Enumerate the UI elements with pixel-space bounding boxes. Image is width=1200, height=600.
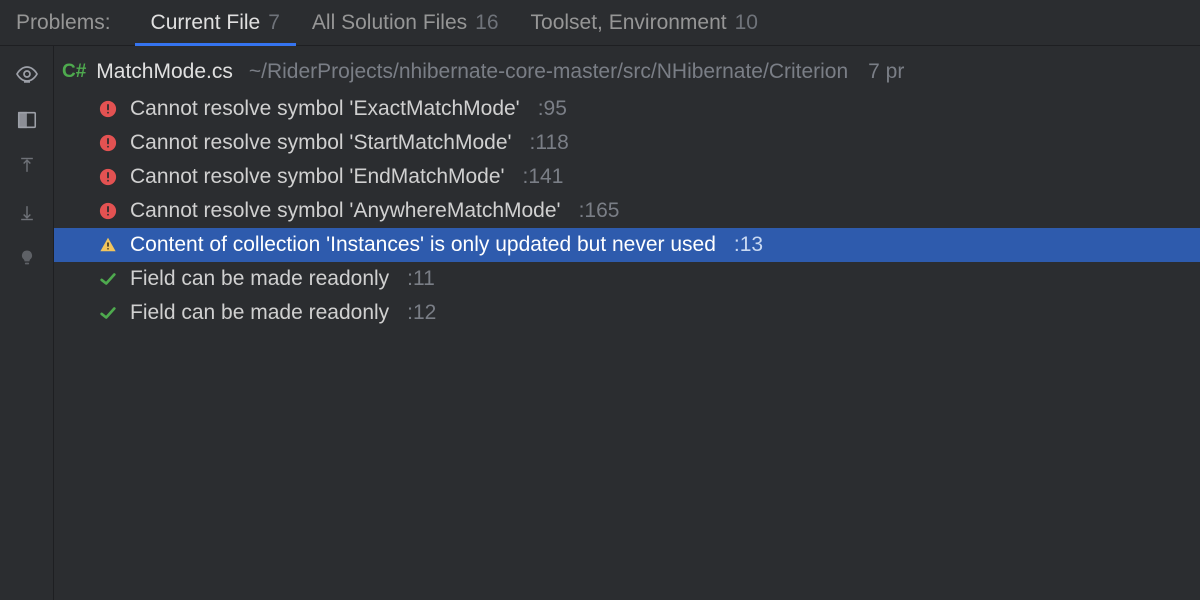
tab-count: 7 bbox=[268, 11, 280, 35]
check-icon bbox=[98, 303, 118, 323]
problems-panel: C# MatchMode.cs ~/RiderProjects/nhiberna… bbox=[54, 46, 1200, 600]
problems-tabbar: Problems: Current File 7 All Solution Fi… bbox=[0, 0, 1200, 46]
error-icon bbox=[98, 99, 118, 119]
collapse-icon[interactable] bbox=[15, 200, 39, 224]
problem-line: :12 bbox=[407, 301, 436, 325]
problem-row[interactable]: Field can be made readonly :11 bbox=[94, 262, 1200, 296]
error-icon bbox=[98, 167, 118, 187]
tabbar-label: Problems: bbox=[16, 11, 111, 35]
problem-message: Cannot resolve symbol 'EndMatchMode' bbox=[130, 165, 505, 189]
problem-line: :95 bbox=[538, 97, 567, 121]
problem-row[interactable]: Content of collection 'Instances' is onl… bbox=[54, 228, 1200, 262]
csharp-badge: C# bbox=[62, 61, 86, 83]
problem-row[interactable]: Cannot resolve symbol 'StartMatchMode' :… bbox=[94, 126, 1200, 160]
check-icon bbox=[98, 269, 118, 289]
problem-row[interactable]: Cannot resolve symbol 'EndMatchMode' :14… bbox=[94, 160, 1200, 194]
error-icon bbox=[98, 201, 118, 221]
problem-row[interactable]: Cannot resolve symbol 'ExactMatchMode' :… bbox=[94, 92, 1200, 126]
problem-line: :11 bbox=[407, 267, 435, 291]
tab-label: All Solution Files bbox=[312, 11, 467, 35]
file-name: MatchMode.cs bbox=[96, 60, 233, 84]
problem-message: Cannot resolve symbol 'AnywhereMatchMode… bbox=[130, 199, 561, 223]
file-problem-count: 7 pr bbox=[868, 60, 904, 84]
tab-current-file[interactable]: Current File 7 bbox=[135, 0, 296, 45]
tab-toolset-environment[interactable]: Toolset, Environment 10 bbox=[515, 0, 774, 45]
tab-all-solution-files[interactable]: All Solution Files 16 bbox=[296, 0, 515, 45]
tab-label: Current File bbox=[151, 11, 261, 35]
problem-message: Cannot resolve symbol 'StartMatchMode' bbox=[130, 131, 512, 155]
problems-list: Cannot resolve symbol 'ExactMatchMode' :… bbox=[54, 92, 1200, 330]
warning-icon bbox=[98, 235, 118, 255]
tab-count: 10 bbox=[735, 11, 758, 35]
problem-line: :118 bbox=[530, 131, 569, 155]
gutter bbox=[0, 46, 54, 600]
problem-row[interactable]: Field can be made readonly :12 bbox=[94, 296, 1200, 330]
problem-line: :141 bbox=[523, 165, 564, 189]
problem-message: Content of collection 'Instances' is onl… bbox=[130, 233, 716, 257]
problem-line: :165 bbox=[579, 199, 620, 223]
problem-message: Cannot resolve symbol 'ExactMatchMode' bbox=[130, 97, 520, 121]
problem-message: Field can be made readonly bbox=[130, 267, 389, 291]
file-path: ~/RiderProjects/nhibernate-core-master/s… bbox=[249, 60, 848, 84]
file-header[interactable]: C# MatchMode.cs ~/RiderProjects/nhiberna… bbox=[54, 46, 1200, 92]
bulb-icon[interactable] bbox=[15, 246, 39, 270]
tab-label: Toolset, Environment bbox=[531, 11, 727, 35]
eye-icon[interactable] bbox=[15, 62, 39, 86]
layout-icon[interactable] bbox=[15, 108, 39, 132]
problem-line: :13 bbox=[734, 233, 763, 257]
expand-icon[interactable] bbox=[15, 154, 39, 178]
problem-row[interactable]: Cannot resolve symbol 'AnywhereMatchMode… bbox=[94, 194, 1200, 228]
tab-count: 16 bbox=[475, 11, 498, 35]
problem-message: Field can be made readonly bbox=[130, 301, 389, 325]
error-icon bbox=[98, 133, 118, 153]
